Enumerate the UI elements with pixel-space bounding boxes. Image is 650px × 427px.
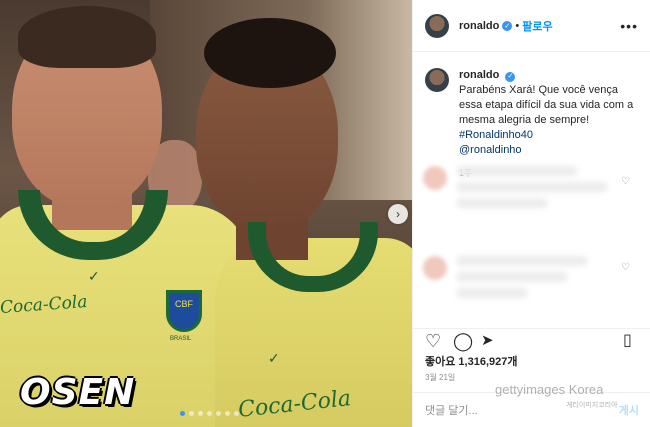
caption-body: ronaldo ✓ Parabéns Xará! Que você vença … — [459, 68, 638, 158]
follow-button[interactable]: 팔로우 — [522, 18, 552, 34]
chevron-right-icon: › — [396, 207, 400, 221]
avatar[interactable] — [425, 13, 449, 38]
post-header: ronaldo ✓ • 팔로우 ••• — [413, 0, 650, 52]
carousel-dot — [189, 411, 194, 416]
comment-avatar — [423, 256, 447, 280]
comment-heart-icon[interactable]: ♡ — [621, 262, 630, 273]
comment-blurred: ♡ — [413, 248, 650, 308]
heart-icon[interactable]: ♡ — [425, 331, 441, 351]
comment-line — [457, 256, 587, 266]
swoosh-icon: ✓ — [88, 268, 100, 284]
comment-line — [457, 272, 567, 282]
hair-left — [18, 6, 156, 68]
ellipsis-icon[interactable]: ••• — [620, 18, 638, 34]
bookmark-icon[interactable]: ▯ — [623, 331, 632, 351]
likes-count[interactable]: 좋아요 1,316,927개 — [425, 353, 517, 369]
cbf-crest: CBF — [166, 290, 202, 332]
carousel-indicator — [180, 411, 239, 416]
osen-watermark: OSEN — [20, 372, 136, 413]
carousel-next-button[interactable]: › — [388, 204, 408, 224]
getty-watermark: gettyimages Korea — [495, 382, 604, 397]
header-separator: • — [515, 19, 520, 32]
comment-line — [457, 166, 577, 176]
comment-line — [457, 288, 527, 298]
verified-badge-icon: ✓ — [502, 20, 513, 31]
getty-watermark-sub: 게티이미지코리아 — [566, 402, 618, 409]
share-icon[interactable]: ➤ — [481, 331, 494, 351]
caption-mention[interactable]: @ronaldinho — [459, 143, 638, 158]
carousel-dot — [207, 411, 212, 416]
carousel-dot — [234, 411, 239, 416]
comment-blurred: ♡ — [413, 158, 650, 218]
comment-heart-icon[interactable]: ♡ — [621, 176, 630, 187]
carousel-dot — [225, 411, 230, 416]
swoosh-icon: ✓ — [268, 350, 280, 366]
carousel-dot — [216, 411, 221, 416]
header-username[interactable]: ronaldo — [459, 20, 499, 32]
comment-icon[interactable]: ◯ — [453, 331, 473, 351]
verified-badge-icon: ✓ — [505, 71, 516, 82]
caption-message: Parabéns Xará! Que você vença essa etapa… — [459, 84, 634, 126]
action-bar: ♡ ◯ ➤ ▯ — [413, 328, 650, 354]
post-sidebar: ronaldo ✓ • 팔로우 ••• ronaldo ✓ Parabéns X… — [412, 0, 650, 427]
caption-avatar[interactable] — [425, 68, 449, 92]
post-caption: ronaldo ✓ Parabéns Xará! Que você vença … — [413, 52, 650, 158]
post-button[interactable]: 게시 — [619, 402, 639, 418]
crest-text: CBF — [175, 299, 193, 309]
hair-right — [204, 18, 336, 88]
caption-hashtag[interactable]: #Ronaldinho40 — [459, 129, 533, 141]
comment-line — [457, 182, 607, 192]
carousel-dot — [198, 411, 203, 416]
caption-username[interactable]: ronaldo — [459, 69, 499, 81]
comment-input[interactable]: 댓글 달기... — [425, 402, 478, 418]
carousel-dot — [180, 411, 185, 416]
post-photo[interactable]: CBF BRASIL Coca-Cola Coca-Cola ✓ ✓ › OSE… — [0, 0, 412, 427]
post-date: 3월 21일 — [425, 373, 456, 382]
comment-line — [457, 198, 547, 208]
comment-avatar — [423, 166, 447, 190]
caption-text: Parabéns Xará! Que você vença essa etapa… — [459, 83, 638, 143]
crest-caption: BRASIL — [170, 336, 192, 342]
